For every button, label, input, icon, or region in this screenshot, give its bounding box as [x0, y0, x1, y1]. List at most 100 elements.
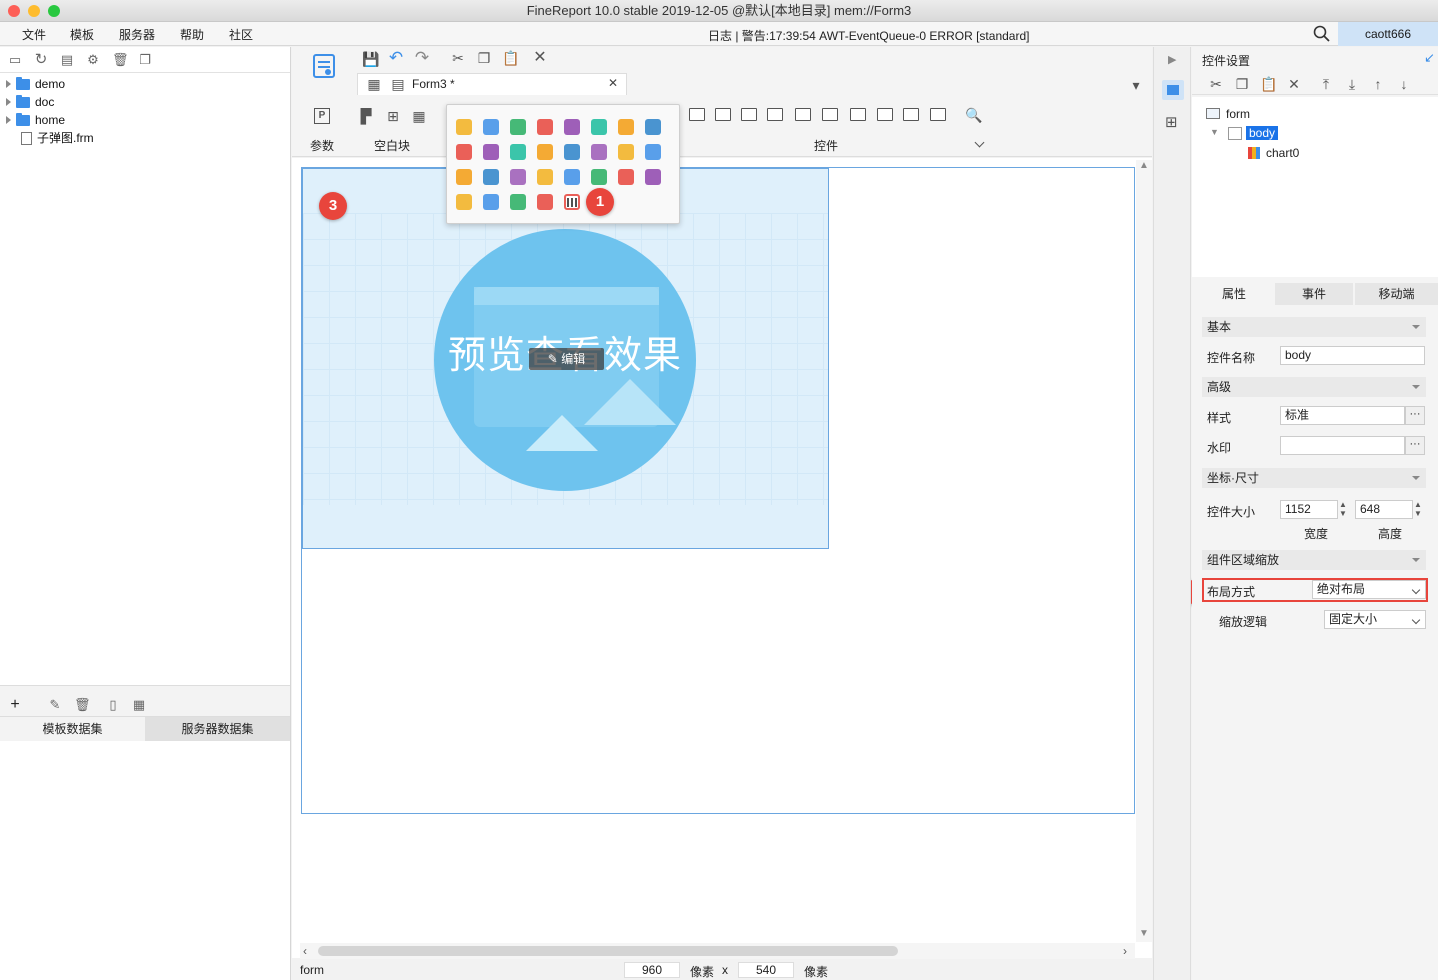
- org-chart-icon[interactable]: [537, 194, 553, 210]
- paste-icon[interactable]: 📋: [1260, 76, 1277, 92]
- tab-block-icon[interactable]: ⊞: [385, 108, 401, 124]
- preview-icon[interactable]: ▯: [106, 698, 120, 712]
- tab-server-dataset[interactable]: 服务器数据集: [145, 717, 290, 741]
- vertical-scrollbar[interactable]: ▲ ▼: [1136, 160, 1152, 942]
- menu-template[interactable]: 模板: [70, 26, 94, 43]
- move-up-icon[interactable]: ↑: [1370, 76, 1386, 92]
- scrollbar-thumb[interactable]: [318, 946, 898, 956]
- tab-properties[interactable]: 属性: [1195, 283, 1273, 305]
- minimize-window-button[interactable]: [28, 5, 40, 17]
- tree-item-demo[interactable]: demo: [6, 75, 65, 93]
- section-zoom[interactable]: 组件区域缩放: [1202, 550, 1426, 570]
- bar-gantt-chart-icon[interactable]: [456, 169, 472, 185]
- map-chart-icon[interactable]: [537, 144, 553, 160]
- delete-icon[interactable]: 🗑: [74, 698, 91, 712]
- search-icon[interactable]: [1313, 25, 1331, 43]
- frame-chart-icon[interactable]: [510, 169, 526, 185]
- move-down-icon[interactable]: ↓: [1396, 76, 1412, 92]
- copy-icon[interactable]: ❐: [476, 50, 492, 66]
- tab-mobile[interactable]: 移动端: [1355, 283, 1438, 305]
- horizontal-bar-chart-icon[interactable]: [510, 119, 526, 135]
- widget-name-field[interactable]: body: [1280, 346, 1425, 365]
- scatter-chart-icon[interactable]: [645, 119, 661, 135]
- panel-splitter[interactable]: [0, 685, 290, 695]
- tree-node-body[interactable]: body: [1246, 126, 1279, 140]
- search-control-icon[interactable]: 🔍: [965, 107, 982, 123]
- height-input[interactable]: 648: [1355, 500, 1413, 519]
- number-control-icon[interactable]: [741, 108, 757, 121]
- move-top-icon[interactable]: ⤒: [1318, 76, 1334, 92]
- pie-chart-icon[interactable]: [456, 119, 472, 135]
- numeric-control-icon[interactable]: [850, 108, 866, 121]
- grid-icon[interactable]: ▦: [366, 76, 382, 92]
- globe2-chart-icon[interactable]: [591, 169, 607, 185]
- date-control-icon[interactable]: [795, 108, 811, 121]
- radio-control-icon[interactable]: [903, 108, 919, 121]
- globe-chart-icon[interactable]: [564, 169, 580, 185]
- calendar-control-icon[interactable]: [822, 108, 838, 121]
- edit-chart-button[interactable]: ✎ 编辑: [529, 348, 604, 370]
- text-control-icon[interactable]: [715, 108, 731, 121]
- maximize-window-button[interactable]: [48, 5, 60, 17]
- watermark-more-button[interactable]: ···: [1405, 436, 1425, 455]
- tab-template-dataset[interactable]: 模板数据集: [0, 717, 145, 741]
- scroll-right-icon[interactable]: ›: [1123, 944, 1127, 958]
- log-status[interactable]: 日志 | 警告:17:39:54 AWT-EventQueue-0 ERROR …: [708, 27, 1029, 44]
- refresh-icon[interactable]: ↻: [34, 52, 48, 67]
- widget-settings-tab[interactable]: [1162, 80, 1184, 100]
- tree-item-file[interactable]: 子弹图.frm: [21, 129, 94, 147]
- style-more-button[interactable]: ···: [1405, 406, 1425, 425]
- page-height-input[interactable]: 540: [738, 962, 794, 978]
- menu-community[interactable]: 社区: [229, 26, 253, 43]
- move-bottom-icon[interactable]: ⤓: [1344, 76, 1360, 92]
- scale-logic-select[interactable]: 固定大小: [1324, 610, 1426, 629]
- design-canvas[interactable]: 预览查看效果 ✎ 编辑: [292, 158, 1152, 958]
- paste-icon[interactable]: 📋: [502, 50, 519, 66]
- ring-chart-icon[interactable]: [618, 169, 634, 185]
- bar-chart-icon[interactable]: [483, 119, 499, 135]
- expand-controls-icon[interactable]: [974, 137, 985, 148]
- delete-icon[interactable]: ✕: [1286, 76, 1302, 92]
- section-basic[interactable]: 基本: [1202, 317, 1426, 337]
- lock-icon[interactable]: ⚙: [86, 53, 100, 67]
- dropdown-control-icon[interactable]: [767, 108, 783, 121]
- undo-icon[interactable]: ↶: [388, 49, 404, 66]
- tab-form3[interactable]: Form3 *: [412, 77, 455, 91]
- horizontal-scrollbar[interactable]: ‹ ›: [300, 943, 1135, 959]
- expand-arrow-icon[interactable]: [6, 98, 11, 106]
- delete-icon[interactable]: ✕: [532, 50, 548, 66]
- menu-file[interactable]: 文件: [22, 26, 46, 43]
- redo-icon[interactable]: ↷: [414, 49, 430, 66]
- 3d-map-chart-icon[interactable]: [645, 144, 661, 160]
- close-window-button[interactable]: [8, 5, 20, 17]
- bullet-chart-icon[interactable]: [564, 194, 580, 210]
- delete-icon[interactable]: 🗑: [112, 53, 129, 67]
- edit-icon[interactable]: ✎: [48, 698, 62, 712]
- sunburst-chart-icon[interactable]: [483, 194, 499, 210]
- width-input[interactable]: 1152: [1280, 500, 1338, 519]
- page-width-input[interactable]: 960: [624, 962, 680, 978]
- component-library-icon[interactable]: ⊞: [1165, 113, 1178, 131]
- checkbox-control-icon[interactable]: [930, 108, 946, 121]
- circle-progress-chart-icon[interactable]: [456, 194, 472, 210]
- bubble-chart-icon[interactable]: [456, 144, 472, 160]
- scroll-up-icon[interactable]: ▲: [1139, 160, 1149, 171]
- treemap-chart-icon[interactable]: [591, 144, 607, 160]
- copy-icon[interactable]: ❐: [138, 53, 152, 67]
- scroll-down-icon[interactable]: ▼: [1139, 928, 1149, 939]
- textarea-control-icon[interactable]: [877, 108, 893, 121]
- absolute-block-icon[interactable]: ▛: [358, 108, 374, 124]
- form-body[interactable]: 预览查看效果 ✎ 编辑: [301, 167, 1135, 814]
- save-icon[interactable]: 💾: [362, 51, 379, 67]
- properties-icon[interactable]: ▤: [60, 53, 74, 67]
- menu-server[interactable]: 服务器: [119, 26, 155, 43]
- copy-icon[interactable]: ❐: [1234, 76, 1250, 92]
- funnel-chart-icon[interactable]: [618, 144, 634, 160]
- tab-events[interactable]: 事件: [1275, 283, 1353, 305]
- expand-arrow-icon[interactable]: [6, 116, 11, 124]
- width-stepper[interactable]: ▲ ▼: [1339, 500, 1347, 518]
- section-advanced[interactable]: 高级: [1202, 377, 1426, 397]
- collapse-arrow-icon[interactable]: ▼: [1210, 127, 1219, 137]
- tree-node-form[interactable]: form: [1226, 107, 1250, 121]
- report-block-icon[interactable]: ▦: [411, 108, 427, 124]
